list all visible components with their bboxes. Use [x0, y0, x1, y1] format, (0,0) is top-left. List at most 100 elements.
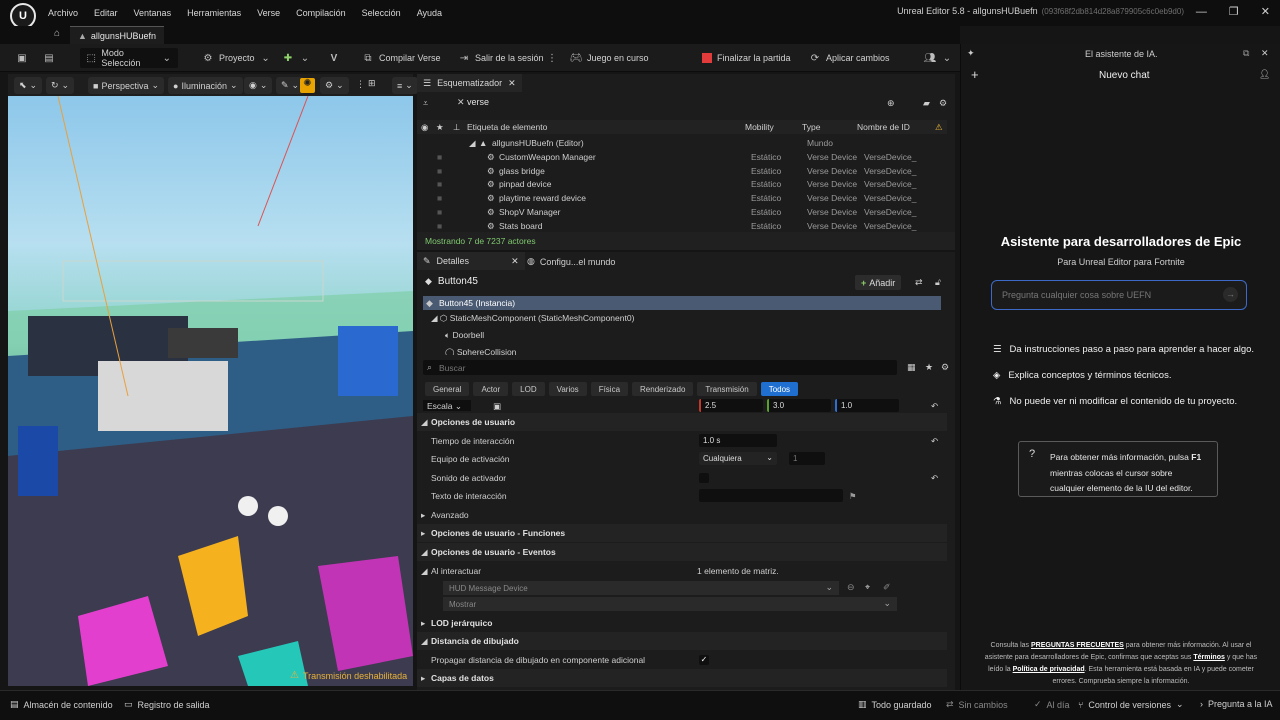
outliner-row[interactable]: ⚙ ■ glass bridge Estático Verse Device VerseD… [417, 164, 947, 177]
flag-icon[interactable]: ⚑ [849, 491, 857, 502]
save-icon[interactable]: ▣ [16, 52, 28, 64]
send-arrow-icon[interactable]: → [1223, 287, 1238, 302]
checkmark-icon[interactable]: ✓ [699, 655, 709, 665]
output-log-button[interactable]: ▭ Registro de salida [124, 699, 210, 710]
changes-status[interactable]: ⇄ Sin cambios [946, 699, 1008, 710]
scale-dropdown[interactable]: Escala ⌄ [423, 400, 471, 411]
column-id[interactable]: Nombre de ID [857, 122, 910, 132]
column-type[interactable]: Type [802, 122, 820, 132]
hud-device-dropdown[interactable]: HUD Message Device ⌄ [443, 581, 839, 595]
outliner-row[interactable]: ⚙ ■ playtime reward device Estático Verse De… [417, 191, 947, 204]
show-dropdown[interactable]: ◉ ⌄ [244, 77, 273, 94]
category-tab[interactable]: Física [590, 382, 629, 396]
browse-icon[interactable]: ⊖ [847, 582, 855, 593]
level-viewport[interactable]: ⚠ Transmisión deshabilitada [8, 96, 413, 686]
column-label[interactable]: Etiqueta de elemento [467, 122, 547, 132]
settings-dropdown[interactable]: ⚙ ⌄ [320, 77, 349, 94]
clear-search-icon[interactable]: ✕ [457, 97, 465, 108]
leave-session-button[interactable]: ⇥ Salir de la sesión [452, 48, 550, 68]
section-lod-hierarchical[interactable]: ▸ LOD jerárquico [417, 614, 947, 632]
folder-icon[interactable]: ▰ [923, 98, 930, 109]
column-mobility[interactable]: Mobility [745, 122, 774, 132]
component-doorbell[interactable]: 🔈︎ Doorbell [445, 330, 484, 341]
reset-icon[interactable]: ↶ [931, 401, 938, 412]
section-user-options[interactable]: ◢ Opciones de usuario [417, 413, 947, 431]
interaction-time-field[interactable]: 1.0 s [699, 434, 777, 447]
use-selected-icon[interactable]: ⌖ [865, 582, 870, 593]
mode-dropdown[interactable]: ⬚ Modo Selección ⌄ [80, 48, 178, 68]
eye-icon[interactable]: ◉ [421, 122, 428, 133]
visibility-icon[interactable]: ■ [437, 221, 442, 231]
world-settings-tab[interactable]: ◍ Configu...el mundo [527, 256, 615, 267]
faq-link[interactable]: PREGUNTAS FRECUENTES [1031, 642, 1124, 649]
category-tab[interactable]: Varios [548, 382, 587, 396]
outliner-search-input[interactable]: verse [467, 97, 907, 111]
menu-compilacion[interactable]: Compilación [296, 8, 346, 18]
category-tab[interactable]: LOD [512, 382, 545, 396]
menu-ventanas[interactable]: Ventanas [134, 8, 172, 18]
details-search-input[interactable]: ⌕ Buscar [423, 360, 897, 375]
scale-y-field[interactable]: 3.0 [767, 399, 831, 412]
visibility-icon[interactable]: ■ [437, 166, 442, 176]
visibility-icon[interactable]: ■ [437, 179, 442, 189]
visibility-icon[interactable]: ■ [437, 207, 442, 217]
home-icon[interactable]: ⌂ [54, 28, 60, 39]
menu-herramientas[interactable]: Herramientas [187, 8, 241, 18]
game-running-button[interactable]: 🎮︎ Juego en curso [564, 48, 655, 68]
section-user-functions[interactable]: ▸ Opciones de usuario - Funciones [417, 524, 947, 542]
content-icon[interactable]: ▤ [43, 52, 55, 64]
interaction-text-field[interactable] [699, 489, 843, 502]
minimize-icon[interactable]: — [1196, 6, 1207, 18]
visibility-icon[interactable]: ■ [437, 152, 442, 162]
new-chat-plus-icon[interactable]: + [971, 67, 979, 82]
add-component-button[interactable]: + Añadir [855, 275, 902, 290]
category-tab[interactable]: Renderizado [632, 382, 694, 396]
menu-ayuda[interactable]: Ayuda [417, 8, 442, 18]
close-icon[interactable]: ✕ [508, 78, 516, 89]
more-vertical-icon[interactable]: ⋮ [546, 52, 558, 64]
reset-icon[interactable]: ↶ [931, 473, 938, 484]
close-icon[interactable]: ✕ [511, 256, 519, 267]
perspective-dropdown[interactable]: ■ Perspectiva ⌄ [88, 77, 165, 94]
add-filter-icon[interactable]: ⊕ [887, 98, 895, 109]
star-icon[interactable]: ★ [925, 362, 933, 373]
category-tab[interactable]: Todos [760, 382, 799, 396]
dock-icon[interactable]: ⧉ [1243, 48, 1249, 59]
verse-icon[interactable]: V [328, 52, 340, 64]
show-dropdown-row[interactable]: Mostrar ⌄ [443, 597, 897, 611]
lighting-dropdown[interactable]: ● Iluminación ⌄ [168, 77, 243, 94]
compile-verse-button[interactable]: ⧉ Compilar Verse [356, 48, 447, 68]
close-icon[interactable]: ✕ [1261, 48, 1269, 59]
gear-icon[interactable]: ⚙ [941, 362, 949, 373]
project-dropdown[interactable]: ⚙ Proyecto ⌄ [196, 48, 278, 68]
privacy-link[interactable]: Política de privacidad [1013, 666, 1085, 673]
component-sphere[interactable]: ◯ SphereCollision [445, 347, 516, 355]
outliner-tab[interactable]: ☰ Esquematizador ✕ [417, 74, 522, 92]
terms-link[interactable]: Términos [1193, 654, 1225, 661]
pin-icon[interactable]: ⊥ [453, 122, 460, 133]
more-vertical-icon[interactable]: ⋮ [356, 79, 365, 90]
component-selected[interactable]: ◆ Button45 (Instancia) [423, 296, 941, 310]
level-tab[interactable]: ▲ allgunsHUBuefn [70, 26, 164, 44]
activation-team-dropdown[interactable]: Cualquiera ⌄ [699, 452, 777, 465]
details-tab[interactable]: ✎ Detalles ✕ [417, 252, 525, 270]
add-actor-dropdown[interactable]: ✚ ⌄ [276, 48, 317, 68]
lock-icon[interactable]: 🔓︎ [935, 277, 941, 288]
content-drawer-button[interactable]: ▤ Almacén de contenido [10, 699, 113, 710]
close-icon[interactable]: ✕ [1261, 5, 1270, 18]
outliner-row[interactable]: ⚙ ■ CustomWeapon Manager Estático Verse Devi… [417, 150, 947, 163]
section-data-layers[interactable]: ▸ Capas de datos [417, 669, 947, 687]
category-tab[interactable]: General [425, 382, 470, 396]
save-status[interactable]: ▥ Todo guardado [858, 699, 932, 710]
scale-x-field[interactable]: 2.5 [699, 399, 763, 412]
section-draw-distance[interactable]: ◢ Distancia de dibujado [417, 632, 947, 650]
users-dropdown[interactable]: 👥︎ ⌄ [918, 48, 959, 68]
blueprint-icon[interactable]: ⇄ [915, 277, 923, 288]
filter-icon[interactable]: ⩡ [423, 98, 428, 109]
transform-dropdown[interactable]: ⬉ ⌄ [14, 77, 43, 94]
section-advanced[interactable]: ▸ Avanzado [417, 506, 947, 524]
menu-editar[interactable]: Editar [94, 8, 118, 18]
section-user-events[interactable]: ◢ Opciones de usuario - Eventos [417, 543, 947, 561]
menu-seleccion[interactable]: Selección [362, 8, 401, 18]
end-match-button[interactable]: Finalizar la partida [696, 48, 797, 68]
